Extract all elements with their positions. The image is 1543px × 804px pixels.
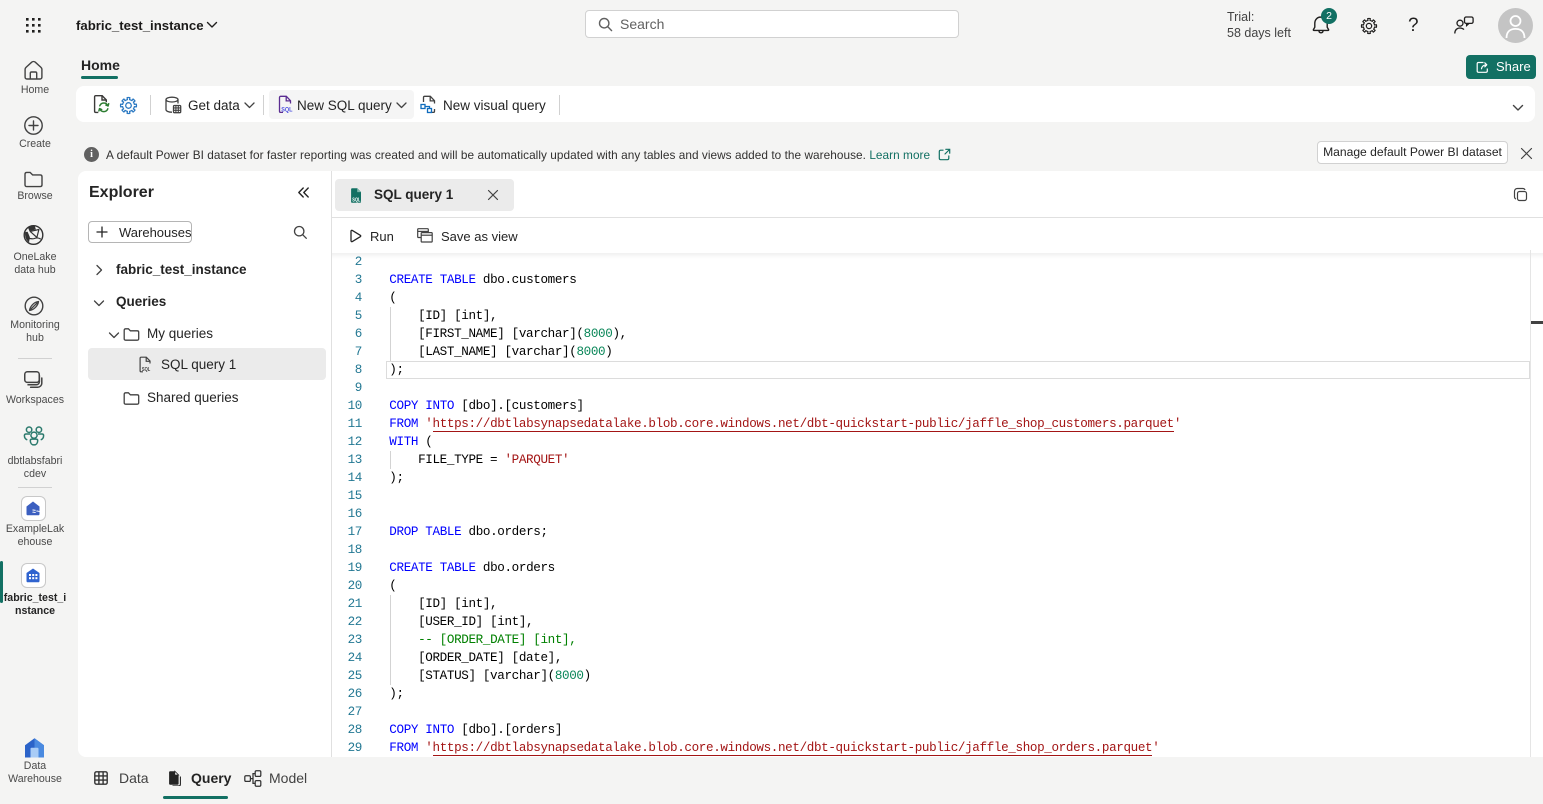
svg-text:SQL: SQL [142, 367, 151, 373]
svg-text:SQL: SQL [281, 107, 293, 113]
svg-text:SQL: SQL [352, 197, 361, 203]
